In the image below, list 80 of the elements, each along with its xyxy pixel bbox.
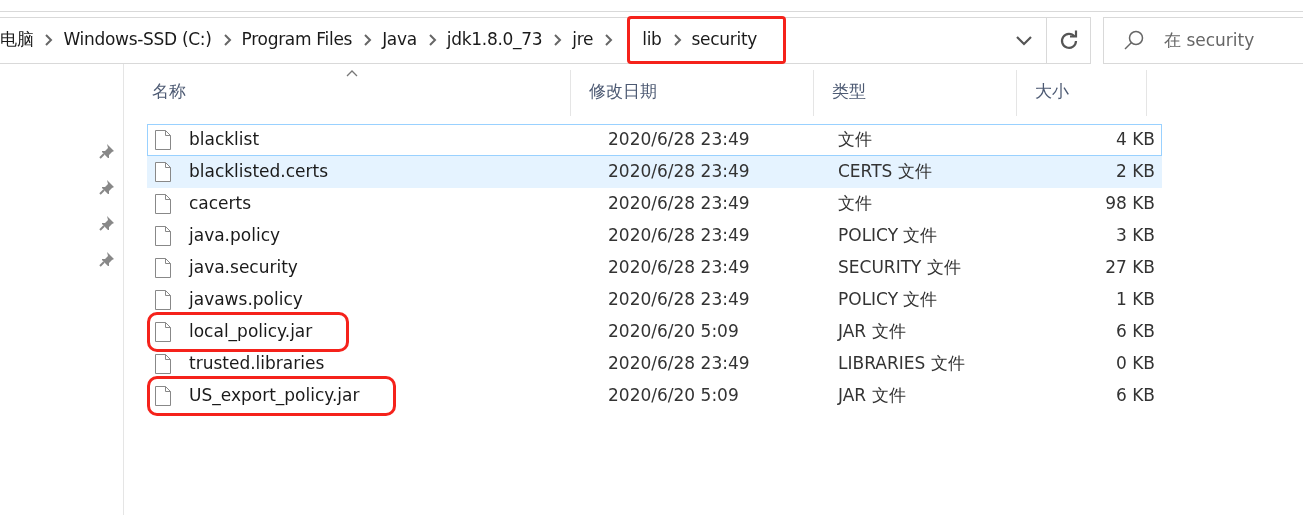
file-type: POLICY 文件 [837, 224, 939, 248]
file-icon [154, 385, 172, 407]
file-size: 1 KB [1114, 288, 1156, 312]
file-type: JAR 文件 [836, 384, 907, 408]
file-size: 6 KB [1114, 384, 1156, 408]
modified-date: 2020/6/28 23:49 [607, 288, 751, 312]
chevron-icon [43, 34, 54, 46]
file-icon [154, 193, 172, 215]
file-size: 27 KB [1104, 256, 1156, 280]
file-size: 2 KB [1114, 160, 1156, 184]
file-row[interactable]: java.policy 2020/6/28 23:49 POLICY 文件 3 KB [147, 220, 1162, 252]
file-type: LIBRARIES 文件 [837, 352, 966, 376]
refresh-icon [1058, 30, 1079, 50]
chevron-icon [362, 34, 373, 46]
chevron-icon [426, 34, 437, 46]
modified-date: 2020/6/20 5:09 [607, 384, 740, 408]
breadcrumb-item[interactable]: Program Files [241, 27, 353, 53]
file-size: 98 KB [1104, 192, 1156, 216]
modified-date: 2020/6/28 23:49 [607, 256, 751, 280]
breadcrumb-item[interactable]: jdk1.8.0_73 [446, 27, 543, 53]
file-size: 6 KB [1114, 320, 1156, 344]
chevron-icon [603, 34, 614, 46]
file-name: trusted.libraries [189, 352, 325, 376]
file-icon [154, 321, 172, 343]
pin-icon[interactable] [98, 214, 116, 232]
modified-date: 2020/6/20 5:09 [607, 320, 740, 344]
file-name: local_policy.jar [189, 320, 313, 344]
file-type: POLICY 文件 [837, 288, 939, 312]
file-type: JAR 文件 [836, 320, 907, 344]
address-bar[interactable]: 电脑 Windows-SSD (C:) Program Files Java jdk1.8.0_73 jre lib security [0, 16, 1048, 64]
chevron-icon [221, 34, 232, 46]
file-row[interactable]: javaws.policy 2020/6/28 23:49 POLICY 文件 1 KB [147, 284, 1162, 316]
file-name: javaws.policy [189, 288, 303, 312]
column-header[interactable]: 大小 [1017, 70, 1147, 116]
chevron-icon [552, 34, 563, 46]
file-type: 文件 [837, 192, 873, 216]
search-field[interactable]: 在 security [1103, 16, 1303, 64]
file-type: 文件 [837, 128, 873, 152]
modified-date: 2020/6/28 23:49 [607, 128, 751, 152]
file-name: US_export_policy.jar [189, 384, 360, 408]
file-type: CERTS 文件 [837, 160, 933, 184]
breadcrumb-item[interactable]: jre [572, 27, 594, 53]
column-header[interactable]: 类型 [814, 70, 1017, 116]
file-row[interactable]: US_export_policy.jar 2020/6/20 5:09 JAR 文件 6 KB [147, 380, 1162, 412]
file-row[interactable]: trusted.libraries 2020/6/28 23:49 LIBRARIES 文件 0 KB [147, 348, 1162, 380]
breadcrumb-item[interactable]: Windows-SSD (C:) [63, 27, 212, 53]
file-icon [154, 289, 172, 311]
file-icon [154, 257, 172, 279]
pin-icon[interactable] [98, 178, 116, 196]
file-name: blacklist [189, 128, 260, 152]
file-type: SECURITY 文件 [837, 256, 962, 280]
modified-date: 2020/6/28 23:49 [607, 192, 751, 216]
modified-date: 2020/6/28 23:49 [607, 224, 751, 248]
breadcrumb-item[interactable]: Java [382, 27, 417, 53]
file-name: java.security [189, 256, 298, 280]
search-icon [1123, 28, 1145, 51]
file-size: 4 KB [1114, 128, 1156, 152]
modified-date: 2020/6/28 23:49 [607, 352, 751, 376]
pin-icon[interactable] [98, 250, 116, 268]
file-row[interactable]: local_policy.jar 2020/6/20 5:09 JAR 文件 6 KB [147, 316, 1162, 348]
file-row[interactable]: blacklist 2020/6/28 23:49 文件 4 KB [147, 124, 1162, 156]
refresh-button[interactable] [1047, 16, 1091, 64]
pin-icon[interactable] [98, 142, 116, 160]
file-size: 0 KB [1114, 352, 1156, 376]
modified-date: 2020/6/28 23:49 [607, 160, 751, 184]
file-row[interactable]: cacerts 2020/6/28 23:49 文件 98 KB [147, 188, 1162, 220]
file-row[interactable]: java.security 2020/6/28 23:49 SECURITY 文件 27 KB [147, 252, 1162, 284]
file-size: 3 KB [1114, 224, 1156, 248]
file-icon [154, 129, 172, 151]
breadcrumb-item[interactable]: 电脑 [0, 27, 34, 53]
file-icon [154, 161, 172, 183]
file-row[interactable]: blacklisted.certs 2020/6/28 23:49 CERTS 文件 2 KB [147, 156, 1162, 188]
file-name: java.policy [189, 224, 281, 248]
chevron-icon [671, 34, 682, 46]
column-header[interactable]: 名称 [134, 70, 571, 116]
file-name: cacerts [189, 192, 252, 216]
file-name: blacklisted.certs [189, 160, 329, 184]
file-icon [154, 225, 172, 247]
file-icon [154, 353, 172, 375]
column-header[interactable]: 修改日期 [571, 70, 814, 116]
